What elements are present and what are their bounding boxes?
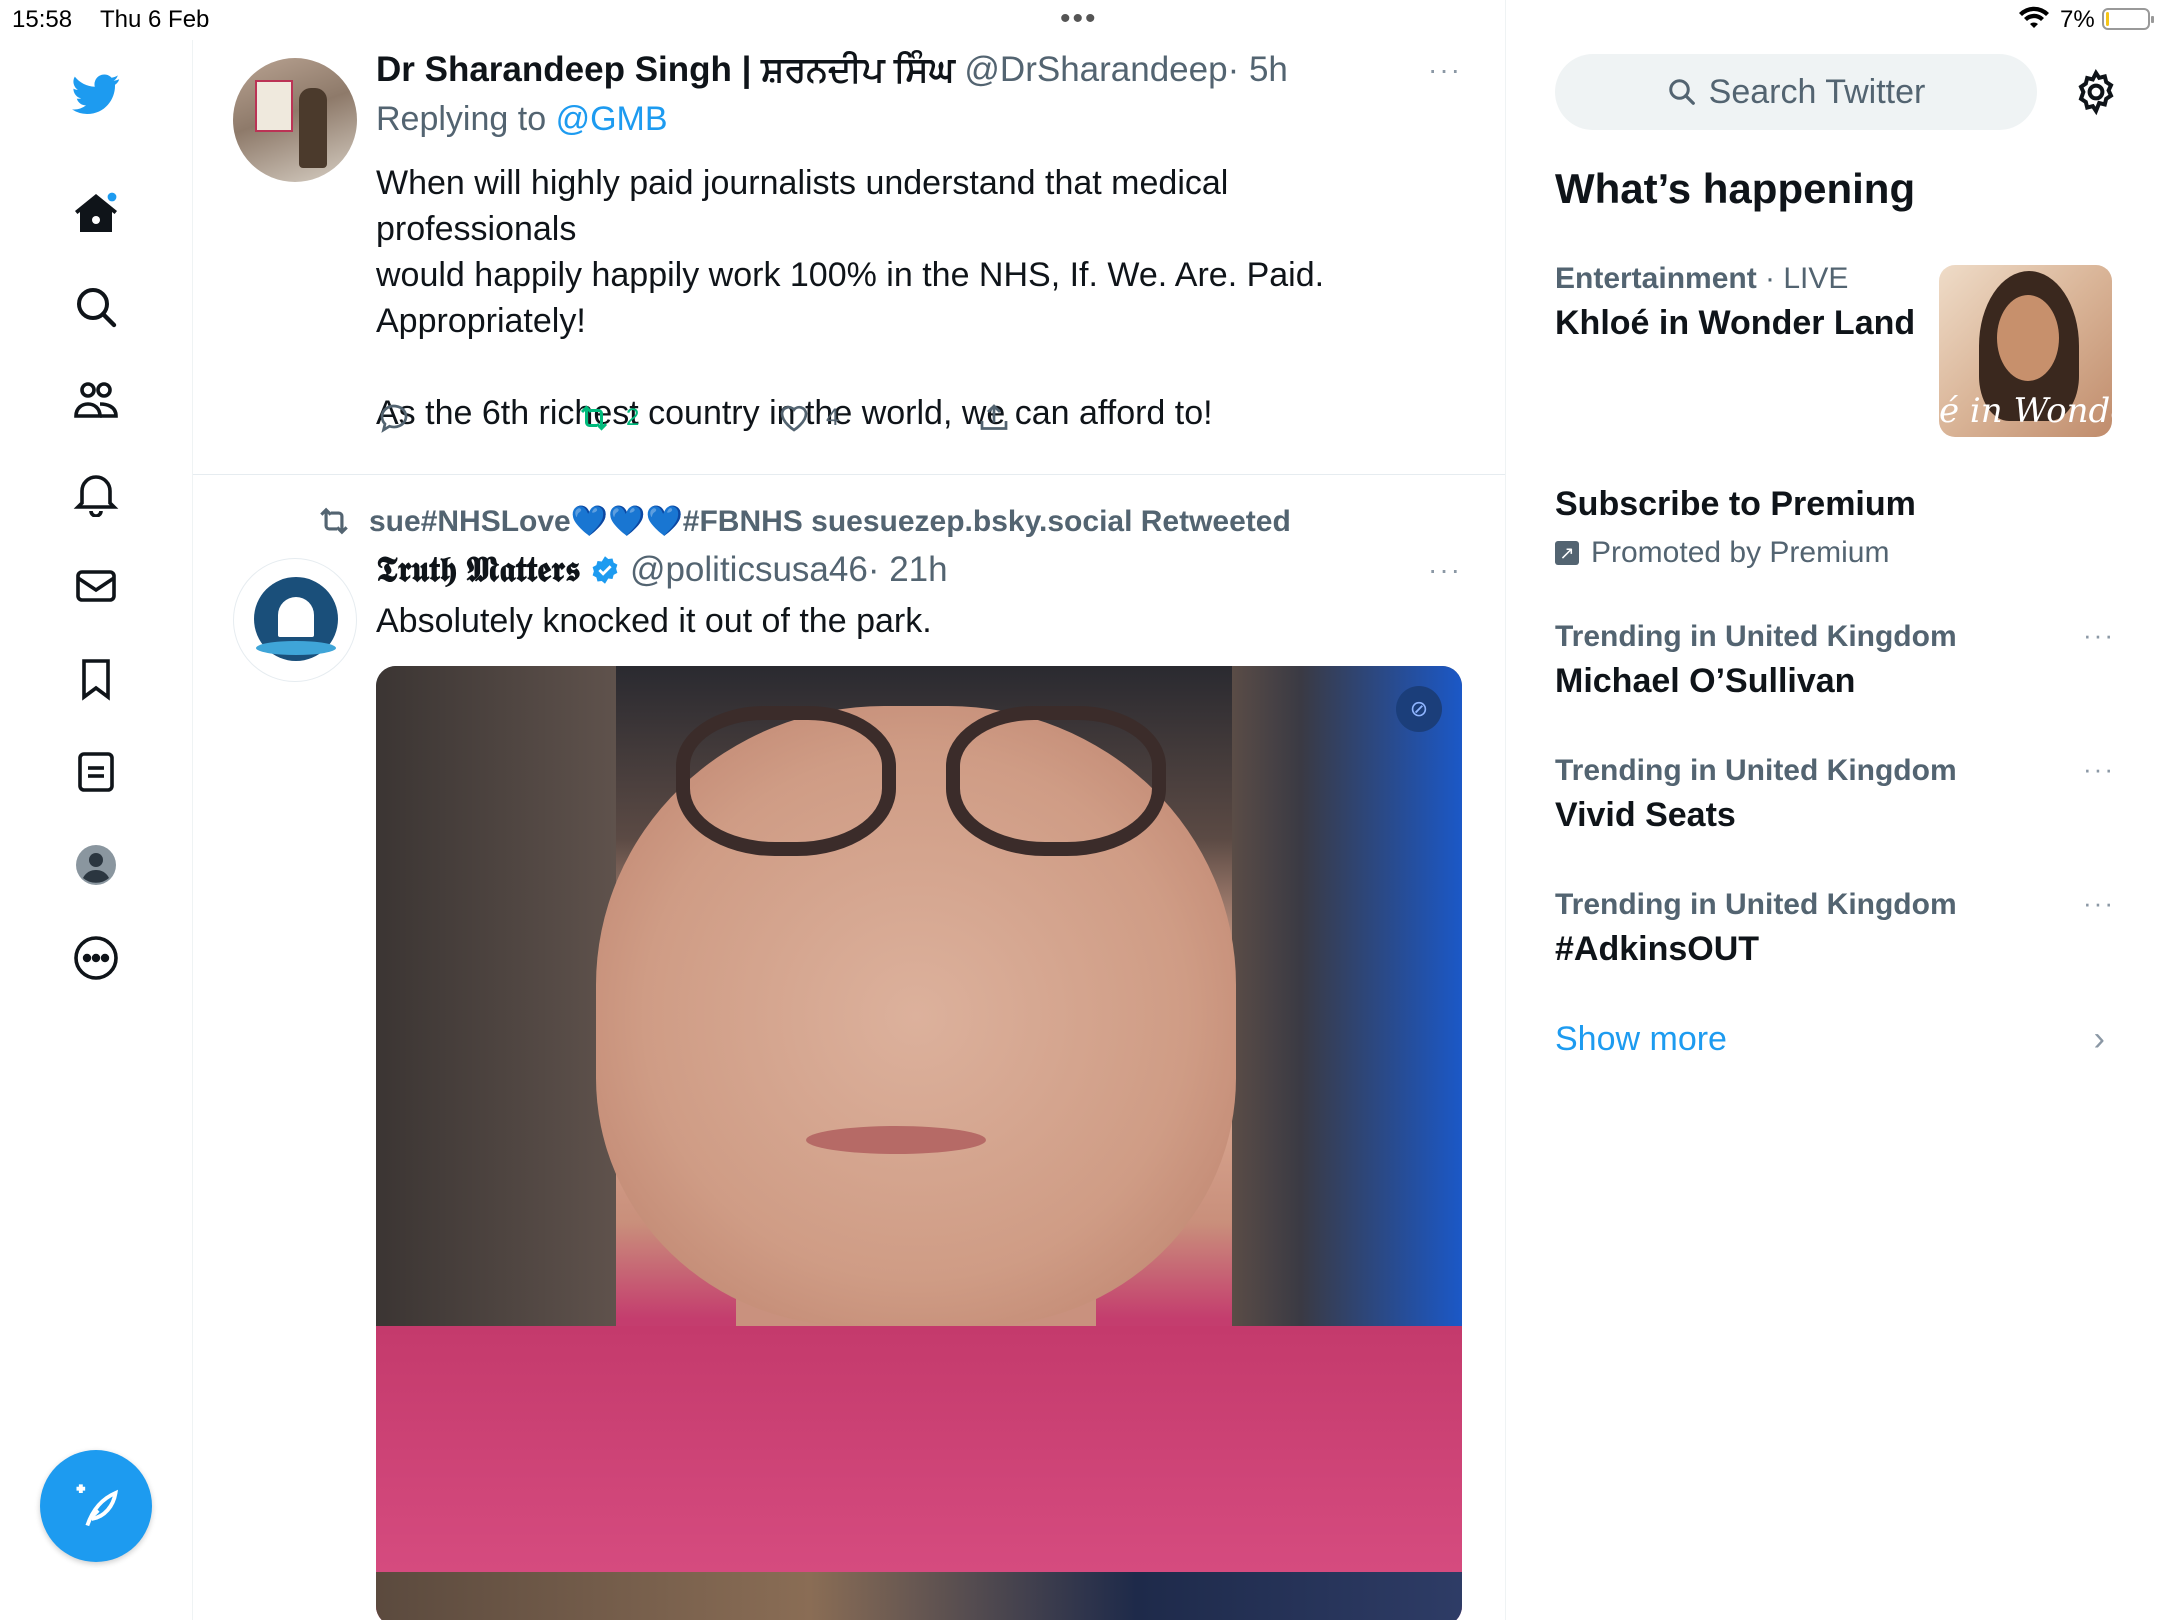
- trend-title: Vivid Seats: [1555, 796, 1736, 834]
- trend-item[interactable]: Trending in United Kingdom Michael O’Sul…: [1555, 620, 2115, 701]
- nav-profile-avatar-icon[interactable]: [66, 835, 126, 895]
- replying-to: Replying to @GMB: [376, 100, 668, 138]
- tweet-more-button[interactable]: ···: [1428, 54, 1462, 86]
- retweet-icon: [320, 507, 348, 535]
- compose-feather-icon: [76, 1484, 119, 1527]
- author-display-name[interactable]: 𝕿𝖗𝖚𝖙𝖍 𝕸𝖆𝖙𝖙𝖊𝖗𝖘: [376, 550, 580, 589]
- reply-icon: [380, 404, 408, 433]
- promo-title: Subscribe to Premium: [1555, 485, 1916, 523]
- tweet-author-line: Dr Sharandeep Singh | ਸ਼ਰਨਦੀਪ ਸਿੰਘ @DrSh…: [376, 50, 1288, 90]
- tweet-video[interactable]: ⊘: [376, 666, 1462, 1620]
- compose-tweet-button[interactable]: [40, 1450, 152, 1562]
- author-handle[interactable]: @DrSharandeep: [964, 50, 1227, 89]
- trend-thumbnail[interactable]: é in Wonder L: [1939, 265, 2112, 437]
- retweeted-by-text: sue#NHSLove💙💙💙#FBNHS suesuezep.bsky.soci…: [369, 504, 1291, 538]
- trend-thumbnail-text: é in Wonder L: [1939, 391, 2112, 431]
- nav-more-icon[interactable]: [66, 928, 126, 988]
- tweet-more-button[interactable]: ···: [1428, 554, 1462, 586]
- tweet-time[interactable]: · 21h: [868, 550, 948, 589]
- show-more-link[interactable]: Show more ›: [1555, 1020, 2115, 1059]
- author-handle[interactable]: @politicsusa46: [630, 550, 868, 589]
- trend-title: #AdkinsOUT: [1555, 930, 1760, 968]
- retweet-icon: [580, 405, 608, 431]
- promo-meta: Promoted by Premium: [1591, 536, 1890, 569]
- search-placeholder: Search Twitter: [1708, 72, 1926, 111]
- status-time: 15:58: [12, 6, 73, 33]
- trend-title: Khloé in Wonder Land: [1555, 304, 1916, 342]
- nav-communities-icon[interactable]: [66, 370, 126, 430]
- trend-meta: Trending in United Kingdom: [1555, 754, 1957, 787]
- reply-mention-link[interactable]: @GMB: [556, 100, 668, 138]
- heart-icon: [780, 405, 808, 432]
- share-icon: [980, 404, 1008, 430]
- nav-notifications-icon[interactable]: [66, 463, 126, 523]
- trend-more-button[interactable]: ···: [2083, 620, 2115, 651]
- media-label-icon[interactable]: ⊘: [1396, 686, 1442, 732]
- nav-home-icon[interactable]: [66, 184, 126, 244]
- nav-explore-icon[interactable]: [66, 277, 126, 337]
- search-icon: [1668, 79, 1695, 105]
- trend-meta: Trending in United Kingdom: [1555, 888, 1957, 921]
- tweet-text: When will highly paid journalists unders…: [376, 164, 1325, 432]
- right-sidebar: Search Twitter What’s happening Entertai…: [1507, 0, 2160, 1620]
- promoted-item[interactable]: Subscribe to Premium ↗ Promoted by Premi…: [1555, 485, 1916, 570]
- timeline-feed[interactable]: Dr Sharandeep Singh | ਸ਼ਰਨਦੀਪ ਸਿੰਘ @DrSh…: [193, 0, 1506, 1620]
- like-button[interactable]: 4: [776, 400, 839, 436]
- nav-messages-icon[interactable]: [66, 556, 126, 616]
- trend-item[interactable]: Entertainment · LIVE Khloé in Wonder Lan…: [1555, 262, 1935, 343]
- tweet[interactable]: sue#NHSLove💙💙💙#FBNHS suesuezep.bsky.soci…: [193, 476, 1505, 1620]
- retweeted-by-line[interactable]: sue#NHSLove💙💙💙#FBNHS suesuezep.bsky.soci…: [315, 502, 1291, 540]
- trend-title: Michael O’Sullivan: [1555, 662, 1856, 700]
- nav-lists-icon[interactable]: [66, 742, 126, 802]
- reply-button[interactable]: [376, 400, 412, 436]
- tweet[interactable]: Dr Sharandeep Singh | ਸ਼ਰਨਦੀਪ ਸਿੰਘ @DrSh…: [193, 40, 1505, 475]
- trend-category: Entertainment: [1555, 262, 1757, 295]
- trend-meta: Trending in United Kingdom: [1555, 620, 1957, 653]
- chevron-right-icon: ›: [2093, 1020, 2105, 1058]
- tweet-author-line: 𝕿𝖗𝖚𝖙𝖍 𝕸𝖆𝖙𝖙𝖊𝖗𝖘 @politicsusa46· 21h: [376, 550, 948, 590]
- trend-live-status: · LIVE: [1756, 262, 1849, 295]
- like-count: 4: [826, 404, 840, 431]
- left-nav: [0, 40, 193, 1620]
- retweet-count: 2: [626, 404, 640, 431]
- trend-more-button[interactable]: ···: [2083, 888, 2115, 919]
- author-avatar[interactable]: [233, 558, 357, 682]
- trend-more-button[interactable]: ···: [2083, 754, 2115, 785]
- settings-gear-icon[interactable]: [2072, 68, 2120, 116]
- tweet-actions: 2 4: [376, 400, 1276, 450]
- promoted-icon: ↗: [1555, 541, 1579, 565]
- twitter-logo-icon[interactable]: [66, 64, 126, 124]
- whats-happening-title: What’s happening: [1555, 165, 1916, 212]
- author-display-name[interactable]: Dr Sharandeep Singh | ਸ਼ਰਨਦੀਪ ਸਿੰਘ: [376, 50, 955, 89]
- tweet-text: Absolutely knocked it out of the park.: [376, 602, 932, 640]
- trend-item[interactable]: Trending in United Kingdom #AdkinsOUT ··…: [1555, 888, 2115, 969]
- trend-item[interactable]: Trending in United Kingdom Vivid Seats ·…: [1555, 754, 2115, 835]
- search-input[interactable]: Search Twitter: [1555, 54, 2037, 130]
- retweet-button[interactable]: 2: [576, 400, 639, 436]
- verified-badge-icon: [592, 556, 618, 584]
- share-button[interactable]: [976, 400, 1012, 436]
- nav-bookmarks-icon[interactable]: [66, 649, 126, 709]
- tweet-time[interactable]: · 5h: [1228, 50, 1288, 89]
- author-avatar[interactable]: [233, 58, 357, 182]
